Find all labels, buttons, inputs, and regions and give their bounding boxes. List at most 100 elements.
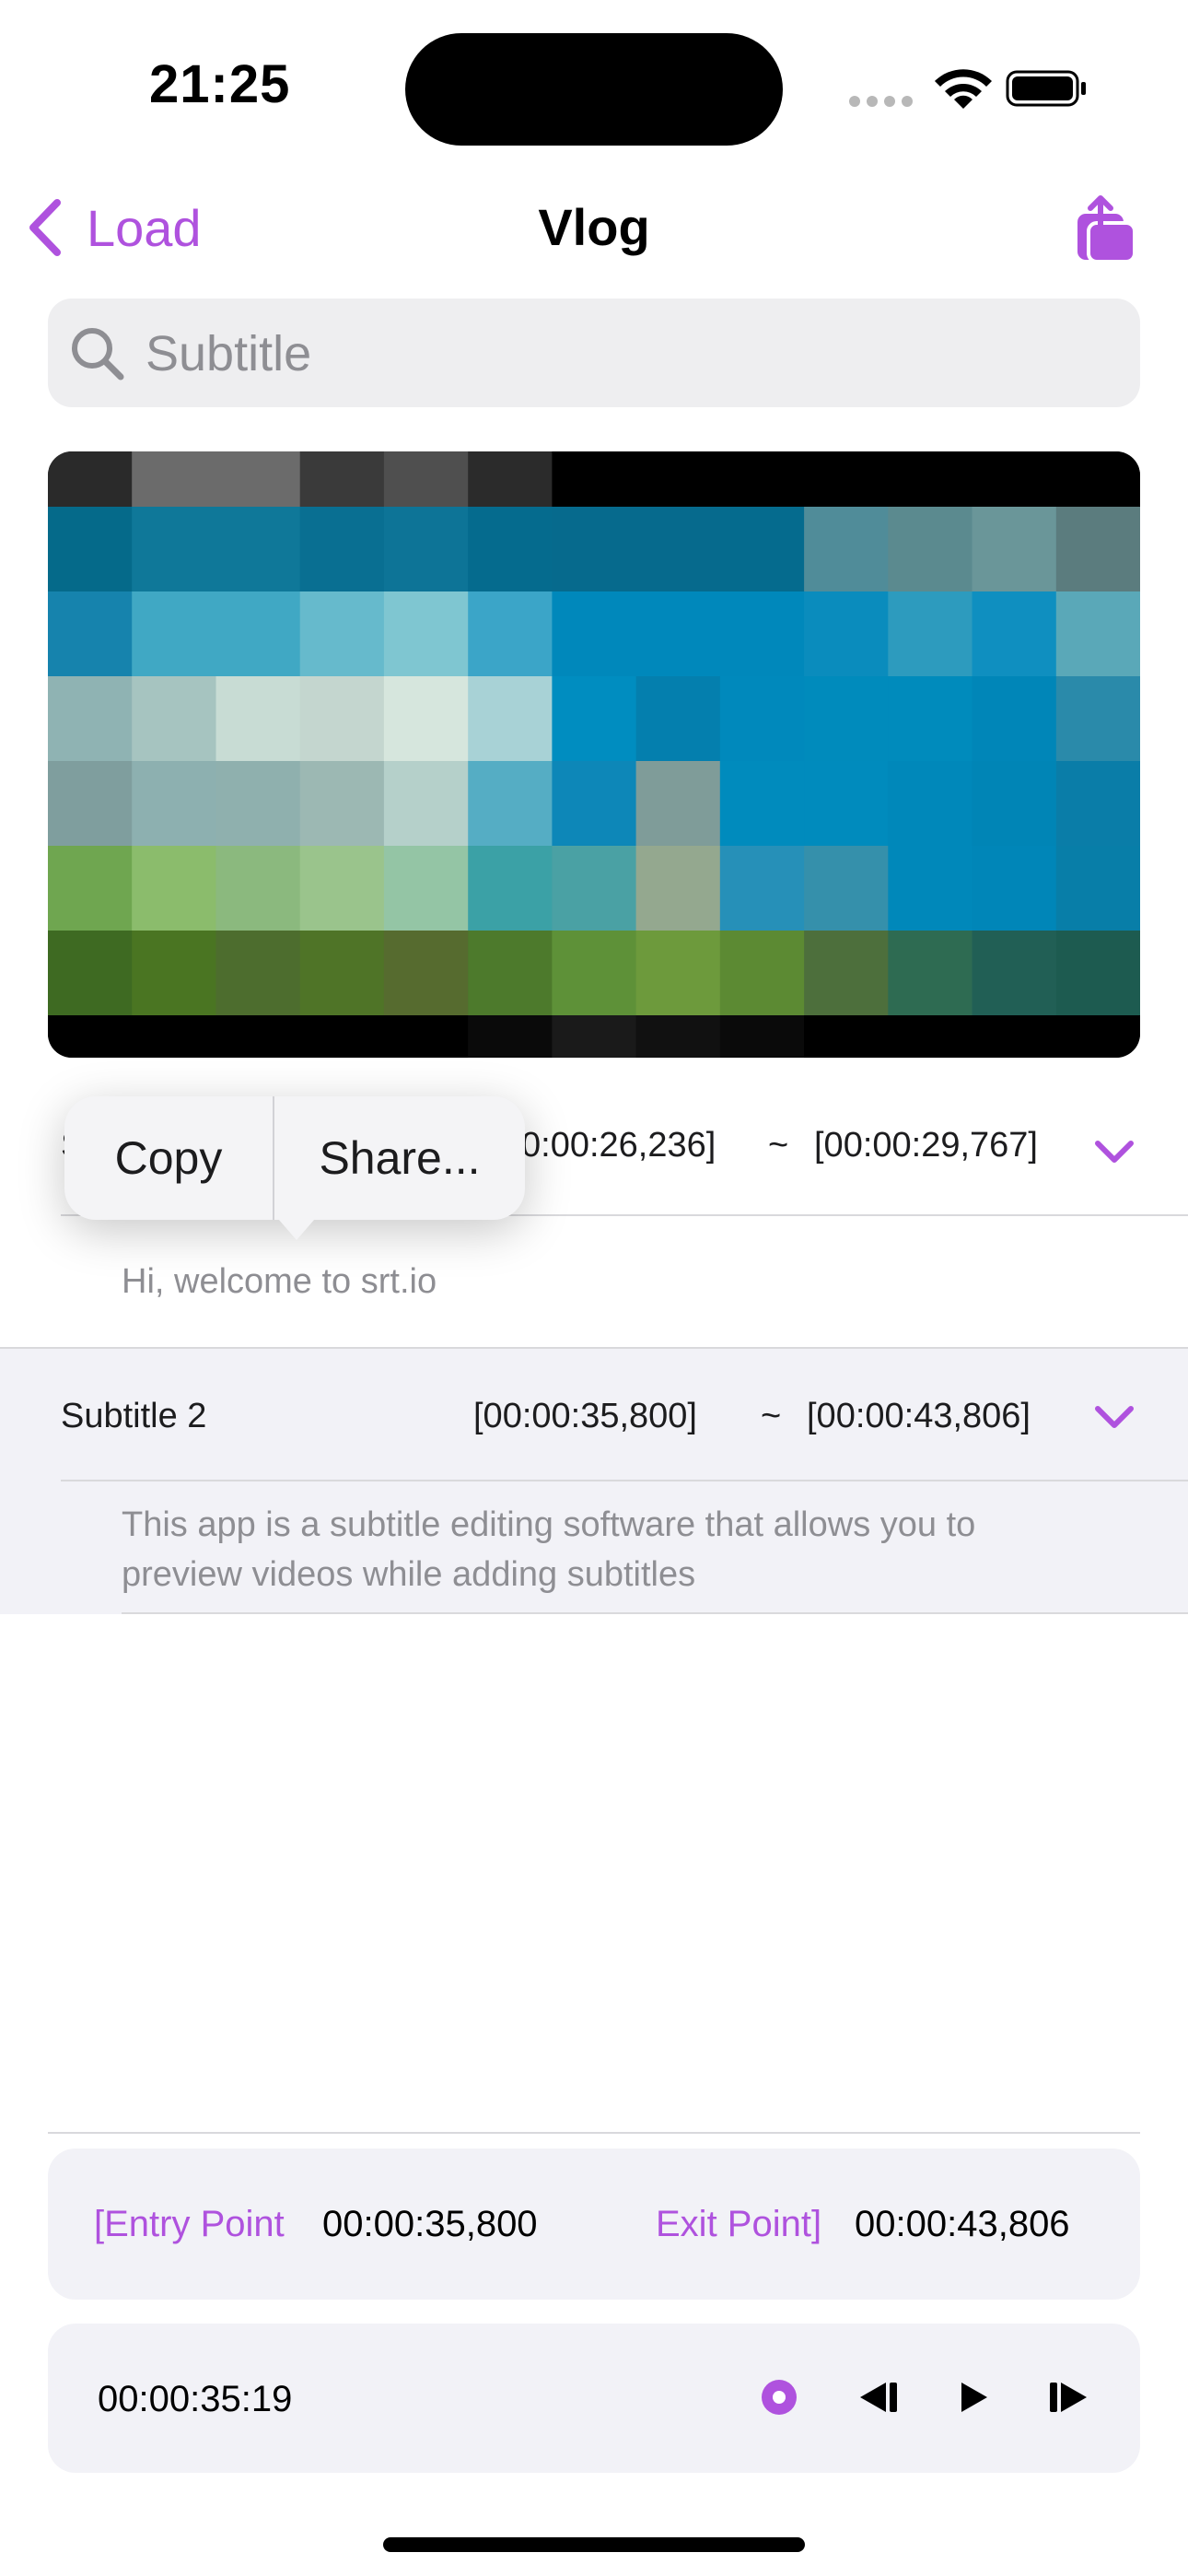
video-pixel — [132, 931, 217, 1016]
share-menu-item[interactable]: Share... — [274, 1096, 525, 1220]
video-pixel — [299, 1015, 385, 1058]
video-pixel — [888, 846, 973, 931]
share-icon[interactable] — [1076, 195, 1136, 263]
video-pixel — [719, 591, 805, 677]
video-pixel — [299, 761, 385, 847]
video-pixel — [719, 931, 805, 1016]
video-pixel — [804, 591, 890, 677]
video-pixel — [468, 507, 553, 592]
subtitle-2-text-line-2[interactable]: preview videos while adding subtitles — [122, 1550, 695, 1599]
battery-icon — [1006, 70, 1086, 107]
video-pixel — [719, 1015, 805, 1058]
subtitle-2-label: Subtitle 2 — [61, 1397, 207, 1435]
video-pixel — [132, 591, 217, 677]
play-icon[interactable] — [958, 2381, 991, 2414]
subtitle-2-text-line-1[interactable]: This app is a subtitle editing software … — [122, 1500, 975, 1550]
video-pixel — [1055, 451, 1140, 508]
video-pixel — [132, 846, 217, 931]
subtitle-2-separator: ~ — [761, 1397, 782, 1435]
record-icon[interactable] — [761, 2379, 798, 2416]
video-pixel — [719, 451, 805, 508]
video-pixel — [635, 761, 721, 847]
video-pixel — [552, 507, 637, 592]
video-pixel — [719, 761, 805, 847]
search-bar[interactable] — [48, 299, 1140, 409]
video-frame — [48, 451, 1140, 1058]
search-input[interactable] — [144, 299, 1105, 409]
video-pixel — [972, 507, 1057, 592]
video-pixel — [719, 846, 805, 931]
video-pixel — [1055, 761, 1140, 847]
video-pixel — [635, 931, 721, 1016]
video-pixel — [299, 451, 385, 508]
video-pixel — [552, 591, 637, 677]
video-pixel — [1055, 591, 1140, 677]
video-pixel — [804, 1015, 890, 1058]
chevron-left-icon — [29, 199, 61, 256]
video-pixel — [132, 451, 217, 508]
video-preview[interactable] — [48, 451, 1140, 1058]
video-pixel — [48, 931, 134, 1016]
video-pixel — [1055, 846, 1140, 931]
step-back-icon[interactable] — [855, 2381, 899, 2414]
video-pixel — [383, 676, 470, 762]
video-pixel — [635, 507, 721, 592]
video-pixel — [215, 931, 301, 1016]
copy-menu-item[interactable]: Copy — [64, 1096, 273, 1220]
video-pixel — [48, 761, 134, 847]
video-pixel — [383, 846, 470, 931]
wifi-icon — [935, 69, 992, 109]
video-pixel — [719, 676, 805, 762]
video-pixel — [132, 1015, 217, 1058]
subtitle-2-end: [00:00:43,806] — [807, 1397, 1031, 1435]
entry-point-button[interactable]: [Entry Point — [94, 2204, 285, 2245]
cellular-signal-icon — [849, 96, 914, 107]
video-pixel — [215, 591, 301, 677]
video-pixel — [299, 591, 385, 677]
video-pixel — [383, 507, 470, 592]
video-pixel — [48, 507, 134, 592]
video-pixel — [635, 676, 721, 762]
video-pixel — [972, 846, 1057, 931]
step-forward-icon[interactable] — [1048, 2381, 1092, 2414]
video-pixel — [888, 761, 973, 847]
video-pixel — [804, 761, 890, 847]
video-pixel — [635, 846, 721, 931]
video-pixel — [635, 1015, 721, 1058]
video-pixel — [552, 931, 637, 1016]
video-pixel — [48, 846, 134, 931]
back-button[interactable]: Load — [26, 195, 202, 260]
video-pixel — [1055, 1015, 1140, 1058]
video-pixel — [468, 931, 553, 1016]
video-pixel — [552, 1015, 637, 1058]
video-pixel — [804, 507, 890, 592]
video-pixel — [888, 507, 973, 592]
divider — [61, 1480, 1188, 1481]
video-pixel — [719, 507, 805, 592]
video-pixel — [972, 451, 1057, 508]
exit-point-button[interactable]: Exit Point] — [656, 2204, 821, 2245]
video-pixel — [552, 761, 637, 847]
video-pixel — [888, 676, 973, 762]
video-pixel — [383, 591, 470, 677]
video-pixel — [383, 761, 470, 847]
video-pixel — [215, 846, 301, 931]
video-pixel — [132, 676, 217, 762]
video-pixel — [468, 591, 553, 677]
subtitle-1-text[interactable]: Hi, welcome to srt.io — [122, 1257, 437, 1306]
video-pixel — [1055, 507, 1140, 592]
video-pixel — [468, 676, 553, 762]
divider — [48, 2132, 1140, 2134]
home-indicator[interactable] — [383, 2537, 805, 2552]
video-pixel — [132, 507, 217, 592]
chevron-down-icon[interactable] — [1094, 1404, 1135, 1430]
video-pixel — [215, 676, 301, 762]
video-pixel — [972, 761, 1057, 847]
video-pixel — [215, 451, 301, 508]
status-time: 21:25 — [149, 54, 291, 114]
video-pixel — [132, 761, 217, 847]
video-pixel — [552, 676, 637, 762]
video-pixel — [299, 676, 385, 762]
video-pixel — [972, 1015, 1057, 1058]
chevron-down-icon[interactable] — [1094, 1139, 1135, 1165]
